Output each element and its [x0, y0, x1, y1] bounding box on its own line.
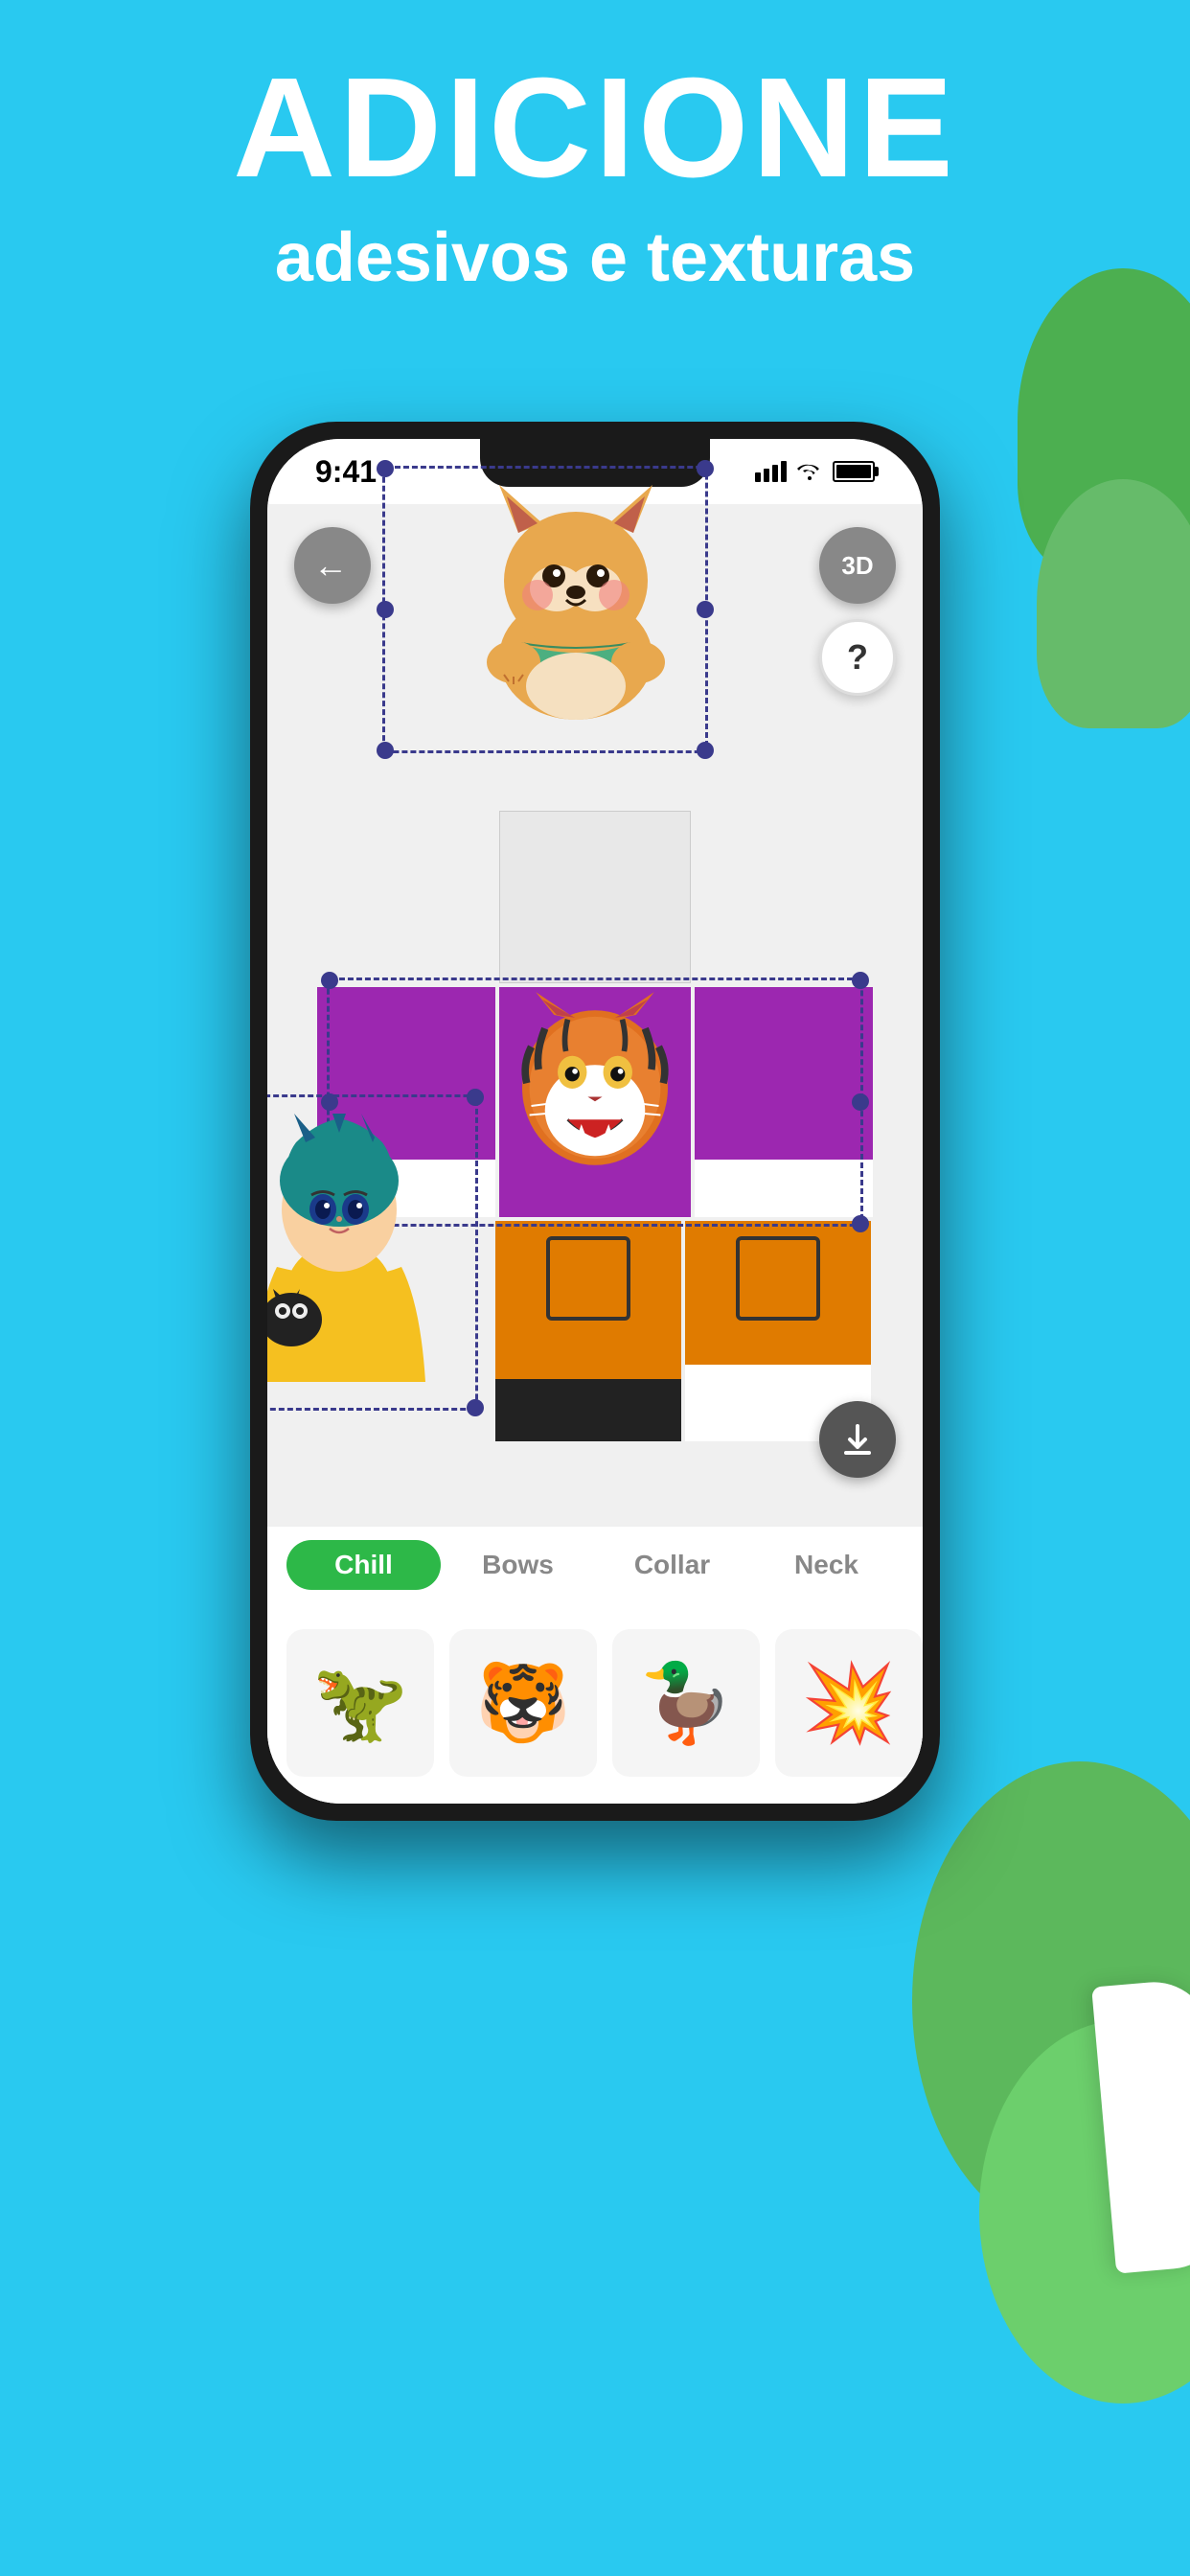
3d-button[interactable]: 3D: [819, 527, 896, 604]
explosion-emoji: 💥: [801, 1658, 897, 1748]
pocket-right: [736, 1236, 820, 1321]
help-button[interactable]: ?: [819, 619, 896, 696]
status-icons: [755, 457, 875, 487]
sticker-dinosaur[interactable]: 🦖: [286, 1629, 434, 1777]
anime-handle-tr[interactable]: [467, 1089, 484, 1106]
tab-chill[interactable]: Chill: [286, 1540, 441, 1590]
tab-bar: Chill Bows Collar Neck: [267, 1526, 923, 1602]
handle-bl[interactable]: [377, 742, 394, 759]
tab-bows[interactable]: Bows: [441, 1540, 595, 1590]
pocket-left: [546, 1236, 630, 1321]
phone-mockup: 9:41: [250, 422, 940, 1821]
phone-screen: 9:41: [267, 439, 923, 1804]
battery-icon: [833, 461, 875, 482]
download-button[interactable]: [819, 1401, 896, 1478]
download-icon: [838, 1420, 877, 1459]
sticker-duck[interactable]: 🦆: [612, 1629, 760, 1777]
sticker-selection-anime: [267, 1094, 478, 1411]
leg-panels: [495, 1221, 873, 1441]
app-content: ← 3D ?: [267, 504, 923, 1804]
shirt-handle-mr[interactable]: [852, 1093, 869, 1111]
sticker-explosion[interactable]: 💥: [775, 1629, 923, 1777]
phone-frame: 9:41: [250, 422, 940, 1821]
signal-icon: [755, 461, 787, 482]
main-title: ADICIONE: [0, 58, 1190, 199]
shirt-handle-tr[interactable]: [852, 972, 869, 989]
leg-left: [495, 1221, 681, 1441]
help-icon: ?: [847, 637, 868, 678]
tiger-emoji: 🐯: [475, 1658, 571, 1748]
duck-emoji: 🦆: [638, 1658, 734, 1748]
sticker-tiger[interactable]: 🐯: [449, 1629, 597, 1777]
handle-tl[interactable]: [377, 460, 394, 477]
back-arrow-icon: ←: [313, 545, 348, 586]
wifi-icon: [796, 457, 823, 487]
anime-handle-br[interactable]: [467, 1399, 484, 1416]
char-head-slot: [499, 811, 691, 983]
handle-ml[interactable]: [377, 601, 394, 618]
shirt-handle-br[interactable]: [852, 1215, 869, 1232]
shirt-handle-tl[interactable]: [321, 972, 338, 989]
tab-collar[interactable]: Collar: [595, 1540, 749, 1590]
leg-left-bottom: [495, 1379, 681, 1441]
tab-neck[interactable]: Neck: [749, 1540, 904, 1590]
status-time: 9:41: [315, 454, 377, 490]
3d-label: 3D: [841, 551, 873, 581]
dinosaur-emoji: 🦖: [312, 1658, 408, 1748]
back-button[interactable]: ←: [294, 527, 371, 604]
sticker-grid: 🦖 🐯 🦆 💥: [267, 1602, 923, 1804]
sub-title: adesivos e texturas: [0, 218, 1190, 297]
sticker-shiba[interactable]: [442, 475, 748, 744]
handle-br[interactable]: [697, 742, 714, 759]
sticker-anime-girl[interactable]: [267, 1114, 459, 1392]
header: ADICIONE adesivos e texturas: [0, 58, 1190, 297]
